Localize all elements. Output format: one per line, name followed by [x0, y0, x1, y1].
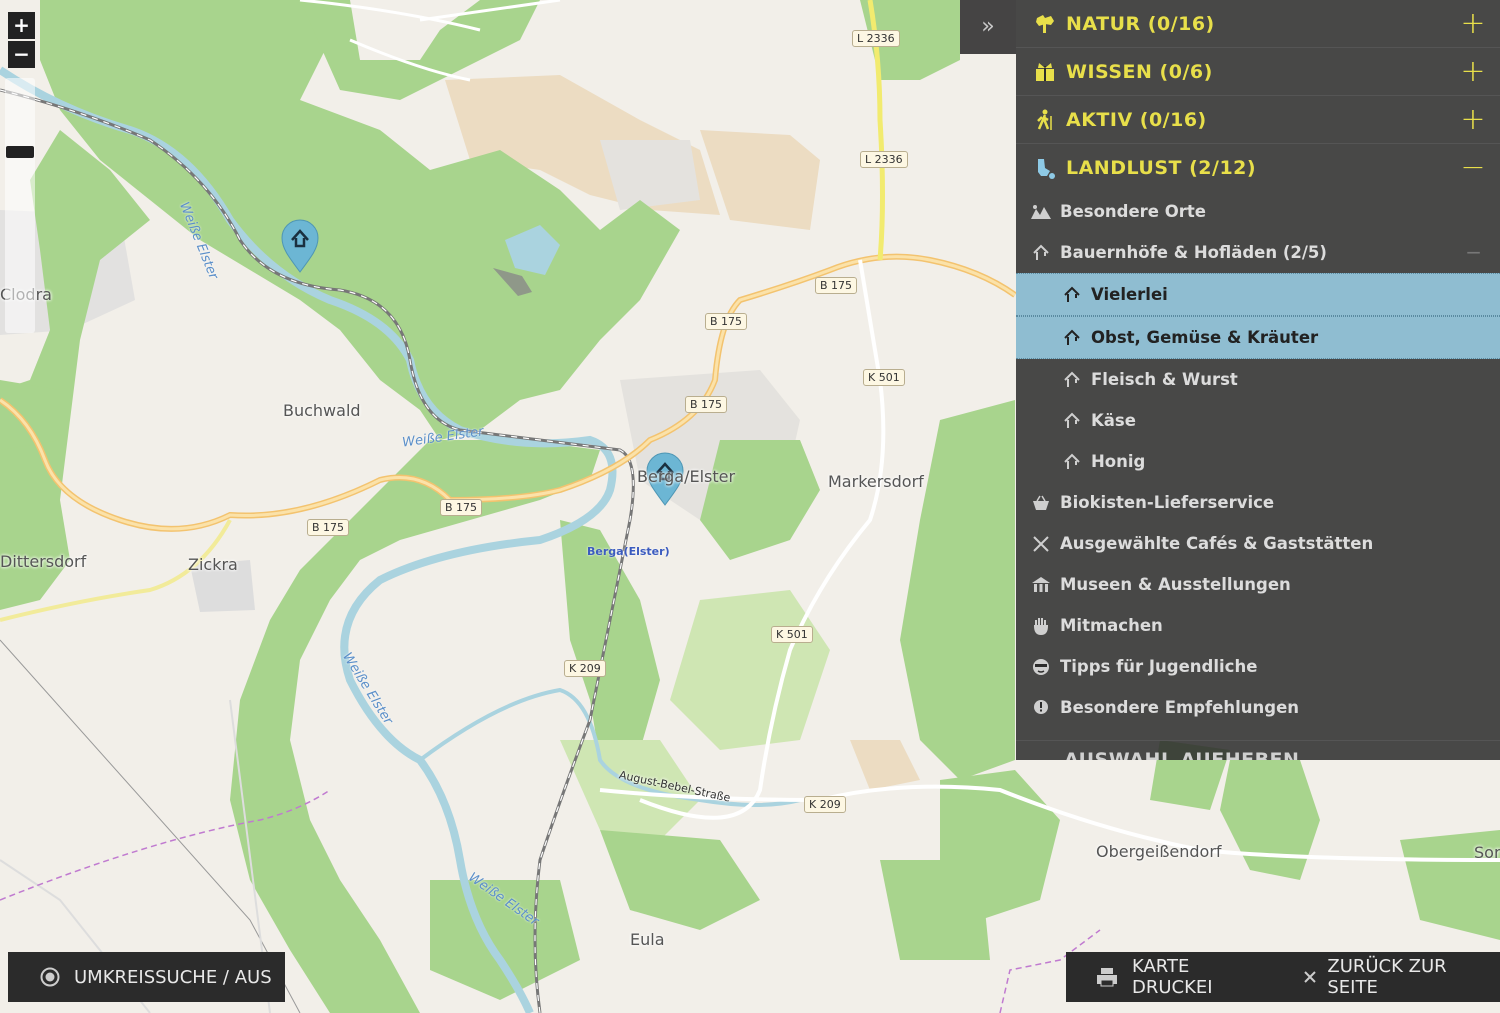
- farm-item-label: Honig: [1091, 452, 1146, 471]
- road-shield: K 501: [771, 626, 813, 643]
- road-shield: B 175: [705, 313, 748, 330]
- place-label-markersdorf: Markersdorf: [828, 472, 924, 491]
- museum-icon: [1030, 574, 1052, 596]
- farm-item-label: Fleisch & Wurst: [1091, 370, 1238, 389]
- plus-icon[interactable]: +: [1458, 102, 1488, 137]
- farm-item-obst-gemuese-kraeuter[interactable]: Obst, Gemüse & Kräuter: [1016, 316, 1500, 359]
- category-wissen[interactable]: WISSEN (0/6) +: [1016, 48, 1500, 96]
- farm-item-label: Vielerlei: [1091, 285, 1168, 304]
- farm-icon: [1030, 242, 1052, 264]
- gift-icon: [1032, 59, 1058, 85]
- zoom-in-button[interactable]: +: [8, 12, 35, 39]
- subcategory-label: Mitmachen: [1060, 616, 1163, 635]
- farm-icon: [1061, 451, 1083, 473]
- farm-item-kaese[interactable]: Käse: [1016, 400, 1500, 441]
- road-shield: B 175: [815, 277, 858, 294]
- farm-item-vielerlei[interactable]: Vielerlei: [1016, 273, 1500, 316]
- radius-search-toggle[interactable]: UMKREISSUCHE / AUS: [8, 952, 285, 1002]
- place-label-eula: Eula: [630, 930, 665, 949]
- subcategory-label: Bauernhöfe & Hofläden (2/5): [1060, 243, 1327, 262]
- subcategory-label: Besondere Empfehlungen: [1060, 698, 1300, 717]
- subcategory-bauernhoefe[interactable]: Bauernhöfe & Hofläden (2/5) −: [1016, 232, 1500, 273]
- road-shield: K 209: [804, 796, 846, 813]
- road-shield: L 2336: [860, 151, 908, 168]
- basket-icon: [1030, 492, 1052, 514]
- zoom-out-button[interactable]: −: [8, 41, 35, 68]
- subcategory-cafes[interactable]: Ausgewählte Cafés & Gaststätten: [1016, 523, 1500, 564]
- road-shield: L 2336: [852, 30, 900, 47]
- category-panel: NATUR (0/16) + WISSEN (0/6) + AKTIV (0/1…: [1016, 0, 1500, 760]
- radio-icon: [40, 967, 60, 987]
- plus-icon[interactable]: +: [1458, 54, 1488, 89]
- category-label: NATUR (0/16): [1066, 12, 1215, 35]
- place-label-buchwald: Buchwald: [283, 401, 361, 420]
- subcategory-label: Museen & Ausstellungen: [1060, 575, 1291, 594]
- recommendation-icon: [1030, 697, 1052, 719]
- place-label-dittersdorf: Dittersdorf: [0, 552, 87, 571]
- print-map-button[interactable]: KARTE DRUCKEI: [1132, 956, 1273, 998]
- category-aktiv[interactable]: AKTIV (0/16) +: [1016, 96, 1500, 144]
- places-icon: [1030, 201, 1052, 223]
- minus-icon[interactable]: −: [1465, 240, 1482, 264]
- minus-icon[interactable]: −: [1458, 150, 1488, 185]
- printer-icon[interactable]: [1096, 967, 1118, 987]
- youth-icon: [1030, 656, 1052, 678]
- farm-item-label: Käse: [1091, 411, 1136, 430]
- subcategory-mitmachen[interactable]: Mitmachen: [1016, 605, 1500, 646]
- clear-selection-label: AUSWAHL AUFHEBEN: [1064, 749, 1300, 760]
- subcategory-label: Ausgewählte Cafés & Gaststätten: [1060, 534, 1374, 553]
- zoom-slider-handle[interactable]: [6, 146, 34, 158]
- farm-item-honig[interactable]: Honig: [1016, 441, 1500, 482]
- place-label-obergeissendorf: Obergeißendorf: [1096, 842, 1222, 861]
- farm-item-fleisch-wurst[interactable]: Fleisch & Wurst: [1016, 359, 1500, 400]
- subcategory-label: Tipps für Jugendliche: [1060, 657, 1258, 676]
- category-label: WISSEN (0/6): [1066, 60, 1213, 83]
- category-label: LANDLUST (2/12): [1066, 156, 1257, 179]
- road-shield: B 175: [440, 499, 483, 516]
- farm-icon: [1061, 369, 1083, 391]
- radius-search-label: UMKREISSUCHE / AUS: [74, 966, 272, 988]
- subcategory-empfehlungen[interactable]: Besondere Empfehlungen: [1016, 687, 1500, 728]
- subcategory-besondere-orte[interactable]: Besondere Orte: [1016, 191, 1500, 232]
- panel-collapse-button[interactable]: »: [960, 0, 1016, 54]
- road-shield: K 209: [564, 660, 606, 677]
- farm-icon: [1061, 410, 1083, 432]
- hiker-icon: [1032, 107, 1058, 133]
- subcategory-jugendliche[interactable]: Tipps für Jugendliche: [1016, 646, 1500, 687]
- watering-can-icon: [1032, 155, 1058, 181]
- bottom-actions: KARTE DRUCKEI ZURÜCK ZUR SEITE: [1066, 952, 1500, 1002]
- subcategory-biokisten[interactable]: Biokisten-Lieferservice: [1016, 482, 1500, 523]
- road-shield: B 175: [307, 519, 350, 536]
- zoom-slider[interactable]: [5, 78, 35, 333]
- clear-selection-button[interactable]: AUSWAHL AUFHEBEN: [1016, 740, 1500, 760]
- place-label-berga-elster: Berga/Elster: [637, 467, 736, 486]
- subcategory-museen[interactable]: Museen & Ausstellungen: [1016, 564, 1500, 605]
- farm-item-label: Obst, Gemüse & Kräuter: [1091, 328, 1319, 347]
- subcategory-label: Besondere Orte: [1060, 202, 1206, 221]
- zoom-control: + −: [8, 12, 36, 70]
- category-natur[interactable]: NATUR (0/16) +: [1016, 0, 1500, 48]
- back-to-page-button[interactable]: ZURÜCK ZUR SEITE: [1327, 956, 1500, 998]
- road-shield: B 175: [685, 396, 728, 413]
- plus-icon[interactable]: +: [1458, 6, 1488, 41]
- subcategory-label: Biokisten-Lieferservice: [1060, 493, 1275, 512]
- road-shield: K 501: [863, 369, 905, 386]
- place-label-sor: Sor: [1474, 843, 1500, 862]
- farm-icon: [1061, 327, 1083, 349]
- category-landlust[interactable]: LANDLUST (2/12) −: [1016, 144, 1500, 191]
- tree-icon: [1032, 11, 1058, 37]
- station-label: Berga(Elster): [587, 545, 670, 558]
- close-icon[interactable]: [1303, 970, 1317, 984]
- double-chevron-right-icon: »: [981, 14, 995, 39]
- place-label-zickra: Zickra: [188, 555, 238, 574]
- category-label: AKTIV (0/16): [1066, 108, 1207, 131]
- cutlery-icon: [1030, 533, 1052, 555]
- farm-icon: [1061, 284, 1083, 306]
- hand-icon: [1030, 615, 1052, 637]
